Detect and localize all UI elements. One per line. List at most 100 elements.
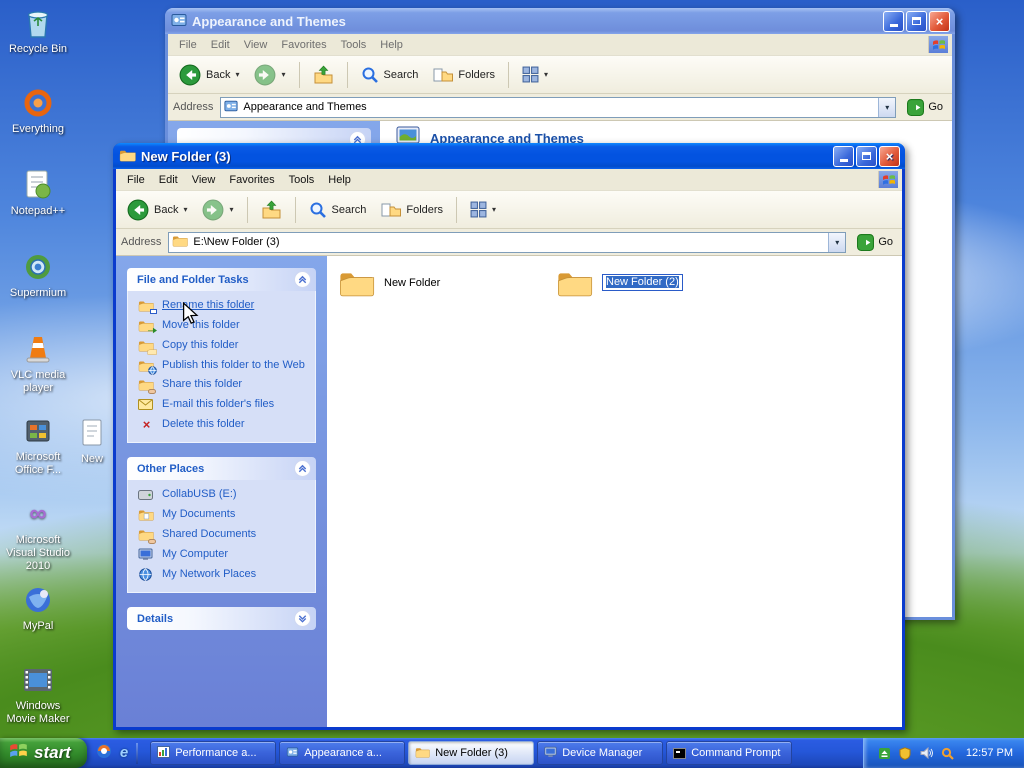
taskbar-button-device-manager[interactable]: Device Manager (537, 741, 664, 765)
address-combo[interactable]: Appearance and Themes ▾ (220, 96, 897, 118)
window-new-folder-3: New Folder (3) × File Edit View Favorite… (113, 143, 905, 730)
folders-button[interactable]: Folders (375, 198, 449, 222)
back-button[interactable]: Back ▾ (121, 195, 193, 225)
search-button[interactable]: Search (355, 62, 425, 88)
file-item-new-folder[interactable]: New Folder (338, 268, 440, 297)
task-share-this-folder[interactable]: Share this folder (138, 378, 311, 394)
menu-file[interactable]: File (172, 36, 204, 54)
close-button[interactable]: × (879, 145, 900, 167)
views-button[interactable]: ▾ (464, 197, 502, 222)
desktop-icon-recycle-bin[interactable]: Recycle Bin (2, 6, 74, 56)
go-button[interactable]: Go (853, 233, 897, 251)
visual-studio-2010-icon: ∞ (29, 500, 47, 527)
taskbar-button-command-prompt[interactable]: Command Prompt (666, 741, 793, 765)
menu-help[interactable]: Help (321, 171, 358, 189)
menu-file[interactable]: File (120, 171, 152, 189)
command-prompt-icon (673, 747, 687, 759)
file-tasks-header[interactable]: File and Folder Tasks (127, 268, 316, 291)
folder-icon (558, 273, 593, 297)
chevron-up-icon[interactable] (294, 271, 311, 288)
search-button[interactable]: Search (303, 197, 373, 223)
maximize-button[interactable] (906, 10, 927, 32)
chevron-down-icon[interactable] (294, 610, 311, 627)
forward-icon (203, 199, 224, 220)
forward-dropdown[interactable]: ▾ (229, 205, 233, 214)
menu-favorites[interactable]: Favorites (274, 36, 333, 54)
task-buttons: Performance a... Appearance a... New Fol… (147, 741, 795, 765)
toolbar: Back ▾ ▾ Search Folders ▾ (116, 191, 902, 229)
menu-favorites[interactable]: Favorites (222, 171, 281, 189)
place-my-computer[interactable]: My Computer (138, 548, 311, 562)
address-dropdown[interactable]: ▾ (828, 232, 846, 252)
place-collabusb[interactable]: CollabUSB (E:) (138, 488, 311, 502)
task-rename-this-folder[interactable]: Rename this folder (138, 299, 311, 314)
desktop-icon-notepad-plus-plus[interactable]: Notepad++ (2, 168, 74, 218)
desktop-icon-windows-movie-maker[interactable]: Windows Movie Maker (2, 663, 74, 726)
menu-edit[interactable]: Edit (152, 171, 185, 189)
desktop-icon-everything[interactable]: Everything (2, 86, 74, 136)
menu-help[interactable]: Help (373, 36, 410, 54)
menu-view[interactable]: View (237, 36, 275, 54)
rename-input[interactable]: New Folder (2) (602, 274, 683, 291)
other-places-header[interactable]: Other Places (127, 457, 316, 480)
titlebar[interactable]: Appearance and Themes × (165, 8, 955, 34)
task-move-this-folder[interactable]: Move this folder (138, 319, 311, 334)
views-button[interactable]: ▾ (516, 62, 554, 87)
up-button[interactable] (307, 61, 340, 89)
up-button[interactable] (255, 196, 288, 224)
forward-button[interactable]: ▾ (196, 195, 239, 225)
taskbar-button-performance[interactable]: Performance a... (150, 741, 277, 765)
forward-dropdown[interactable]: ▾ (281, 70, 285, 79)
quick-launch-ie-icon[interactable]: e (120, 744, 128, 762)
chevron-up-icon[interactable] (294, 460, 311, 477)
menu-tools[interactable]: Tools (334, 36, 374, 54)
menu-bar: File Edit View Favorites Tools Help (116, 169, 902, 191)
views-dropdown[interactable]: ▾ (492, 205, 496, 214)
task-copy-this-folder[interactable]: Copy this folder (138, 339, 311, 355)
desktop-icon-mypal[interactable]: MyPal (2, 583, 74, 633)
task-email-folders-files[interactable]: E-mail this folder's files (138, 398, 311, 412)
quick-launch-browser-icon[interactable] (96, 743, 112, 764)
file-item-new-folder-2[interactable]: New Folder (2) (556, 268, 683, 297)
maximize-button[interactable] (856, 145, 877, 167)
forward-button[interactable]: ▾ (248, 60, 291, 90)
desktop-icon-visual-studio-2010[interactable]: ∞ Microsoft Visual Studio 2010 (2, 497, 74, 573)
tray-search-icon[interactable] (940, 746, 955, 761)
taskbar-button-appearance[interactable]: Appearance a... (279, 741, 406, 765)
minimize-button[interactable] (883, 10, 904, 32)
my-documents-icon (138, 508, 155, 522)
desktop-icon-supermium[interactable]: Supermium (2, 250, 74, 300)
place-shared-documents[interactable]: Shared Documents (138, 528, 311, 544)
address-dropdown[interactable]: ▾ (878, 97, 896, 117)
tray-eject-icon[interactable] (877, 746, 892, 761)
task-publish-this-folder[interactable]: Publish this folder to the Web (138, 359, 311, 375)
place-label: My Network Places (162, 568, 257, 580)
menu-edit[interactable]: Edit (204, 36, 237, 54)
views-dropdown[interactable]: ▾ (544, 70, 548, 79)
address-combo[interactable]: E:\New Folder (3) ▾ (168, 231, 847, 253)
titlebar[interactable]: New Folder (3) × (113, 143, 905, 169)
back-dropdown[interactable]: ▾ (183, 205, 187, 214)
details-header[interactable]: Details (127, 607, 316, 630)
start-button[interactable]: start (0, 738, 87, 768)
go-button[interactable]: Go (903, 98, 947, 116)
tray-shield-icon[interactable] (898, 746, 913, 761)
task-delete-this-folder[interactable]: × Delete this folder (138, 418, 311, 432)
tray-volume-icon[interactable] (919, 746, 934, 761)
search-icon (310, 202, 326, 218)
desktop-icon-vlc[interactable]: VLC media player (2, 332, 74, 395)
menu-tools[interactable]: Tools (282, 171, 322, 189)
back-icon (127, 199, 149, 220)
file-list-area[interactable]: New Folder New Folder (2) (327, 256, 902, 727)
email-files-icon (138, 398, 155, 412)
menu-view[interactable]: View (185, 171, 223, 189)
back-dropdown[interactable]: ▾ (235, 70, 239, 79)
close-button[interactable]: × (929, 10, 950, 32)
place-my-documents[interactable]: My Documents (138, 508, 311, 522)
taskbar-clock[interactable]: 12:57 PM (966, 747, 1013, 759)
folders-button[interactable]: Folders (427, 63, 501, 87)
minimize-button[interactable] (833, 145, 854, 167)
taskbar-button-new-folder-3[interactable]: New Folder (3) (408, 741, 535, 765)
place-my-network-places[interactable]: My Network Places (138, 568, 311, 582)
back-button[interactable]: Back ▾ (173, 60, 245, 90)
